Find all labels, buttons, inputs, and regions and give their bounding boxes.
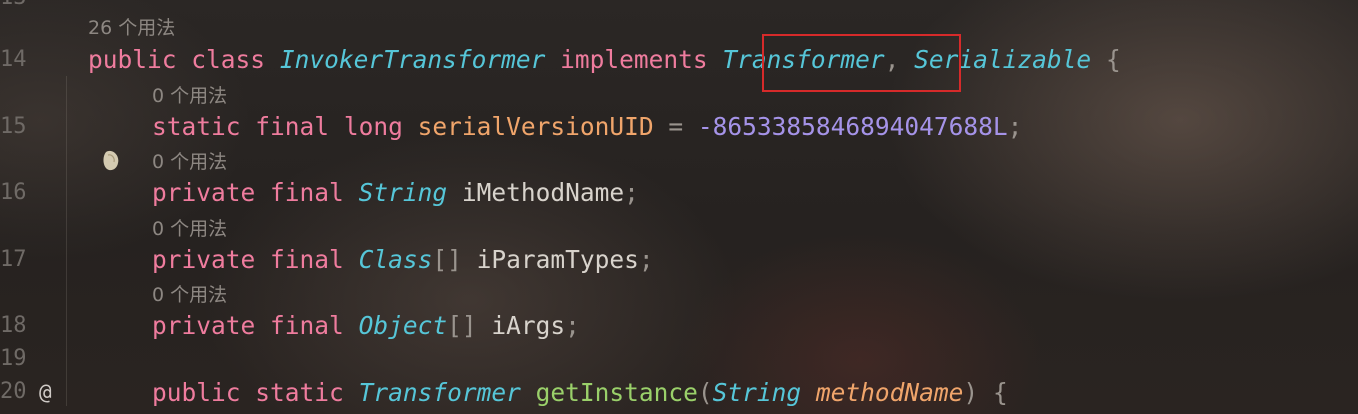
keyword-public: public [88,45,177,74]
semicolon: ; [565,311,580,340]
line-number-20: 20 [0,379,27,404]
keyword-long: long [343,112,403,141]
usage-hint-param-types[interactable]: 0 个用法 [152,216,227,242]
open-brace: { [992,378,1008,407]
array-brackets: [] [432,245,462,274]
keyword-final: final [255,112,330,141]
equals-sign: = [668,112,684,141]
return-type-transformer[interactable]: Transformer [359,378,521,407]
keyword-public: public [152,378,241,407]
bookmark-icon[interactable] [102,149,122,173]
line-number-16: 16 [0,180,27,205]
open-brace: { [1105,45,1121,74]
usage-hint-serial[interactable]: 0 个用法 [152,83,227,109]
field-param-types[interactable]: iParamTypes [477,245,639,274]
array-brackets: [] [447,311,477,340]
line-number-19: 19 [0,346,27,371]
override-marker-icon[interactable]: @ [39,378,52,406]
param-type-string[interactable]: String [713,378,802,407]
keyword-static: static [152,112,241,141]
semicolon: ; [624,178,639,207]
keyword-static: static [255,378,344,407]
method-get-instance[interactable]: getInstance [536,378,698,407]
paren-open: ( [697,378,713,407]
line-number-14: 14 [0,47,27,72]
code-line-18: private final Object[] iArgs; [152,311,580,341]
class-name[interactable]: InvokerTransformer [280,45,546,74]
code-line-20: public static Transformer getInstance(St… [152,378,1008,408]
code-line-14: public class InvokerTransformer implemen… [88,45,1121,75]
usage-hint-args[interactable]: 0 个用法 [152,282,227,308]
keyword-final: final [270,311,344,340]
keyword-class: class [191,45,266,74]
usage-hint-method-name[interactable]: 0 个用法 [152,149,227,175]
usage-hint-class[interactable]: 26 个用法 [88,15,175,41]
keyword-private: private [152,245,256,274]
editor-gutter: 13 14 15 16 17 18 19 20 [0,0,40,414]
semicolon: ; [638,245,654,274]
field-serial-version-uid[interactable]: serialVersionUID [418,112,654,141]
keyword-private: private [152,311,256,340]
paren-close: ) [963,378,979,407]
code-line-16: private final String iMethodName; [152,178,639,208]
field-args[interactable]: iArgs [491,311,565,340]
keyword-private: private [152,178,256,207]
semicolon: ; [1007,112,1023,141]
line-number-17: 17 [0,247,27,272]
keyword-final: final [270,178,344,207]
type-class[interactable]: Class [359,245,433,274]
keyword-implements: implements [560,45,708,74]
code-line-15: static final long serialVersionUID = -86… [152,112,1022,142]
line-number-15: 15 [0,114,27,139]
line-number-18: 18 [0,313,27,338]
field-method-name[interactable]: iMethodName [462,178,624,207]
code-editor[interactable]: 13 14 15 16 17 18 19 20 @ 26 个用法 public … [0,0,1358,414]
code-line-17: private final Class[] iParamTypes; [152,245,654,275]
type-string[interactable]: String [359,178,448,207]
keyword-final: final [270,245,344,274]
param-method-name[interactable]: methodName [816,378,964,407]
line-number-13: 13 [0,0,30,12]
indent-guide [66,76,67,406]
number-literal: -8653385846894047688L [697,112,1008,141]
type-object[interactable]: Object [359,311,448,340]
highlight-box [762,34,961,92]
